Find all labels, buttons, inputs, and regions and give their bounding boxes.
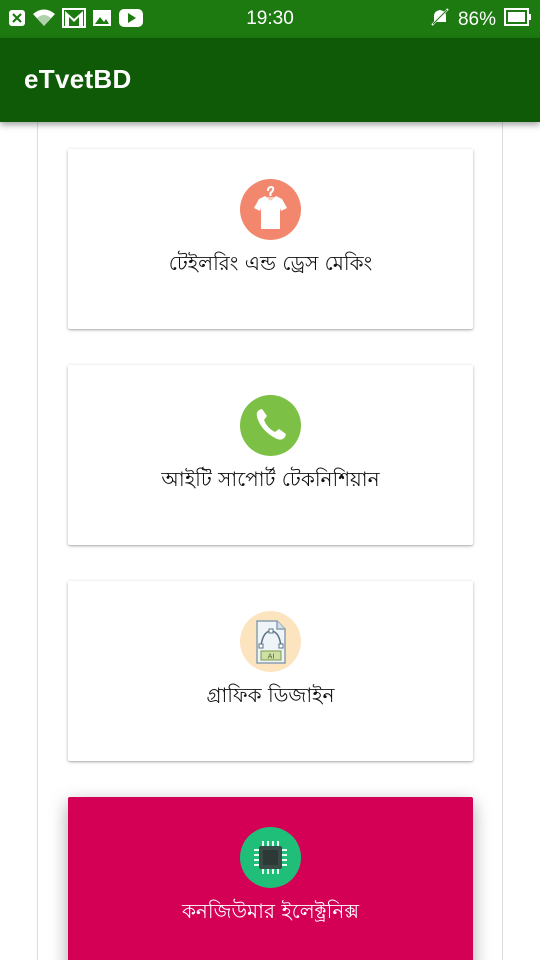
course-label: টেইলরিং এন্ড ড্রেস মেকিং [168,251,373,275]
phone-icon [240,395,301,456]
battery-icon [504,8,532,32]
course-card-tailoring[interactable]: টেইলরিং এন্ড ড্রেস মেকিং [68,149,473,329]
battery-text: 86% [457,9,496,30]
mute-icon [430,7,450,33]
app-title: eTvetBD [24,64,132,94]
app-bar: eTvetBD [0,38,540,122]
course-card-graphic-design[interactable]: AI গ্রাফিক ডিজাইন [68,581,473,761]
status-icons-right: 86% [430,7,532,33]
svg-text:AI: AI [268,653,275,661]
chip-icon [240,827,301,888]
design-file-icon: AI [240,611,301,672]
course-card-consumer-electronics[interactable]: কনজিউমার ইলেক্ট্রনিক্স [68,797,473,960]
course-card-it-support[interactable]: আইটি সাপোর্ট টেকনিশিয়ান [68,365,473,545]
course-label: কনজিউমার ইলেক্ট্রনিক্স [181,899,360,923]
status-bar: 19:30 86% [0,0,540,38]
course-label: আইটি সাপোর্ট টেকনিশিয়ান [161,467,380,491]
shirt-icon [240,179,301,240]
course-label: গ্রাফিক ডিজাইন [206,683,335,707]
course-list-container[interactable]: টেইলরিং এন্ড ড্রেস মেকিং আইটি সাপোর্ট টে… [0,122,540,960]
